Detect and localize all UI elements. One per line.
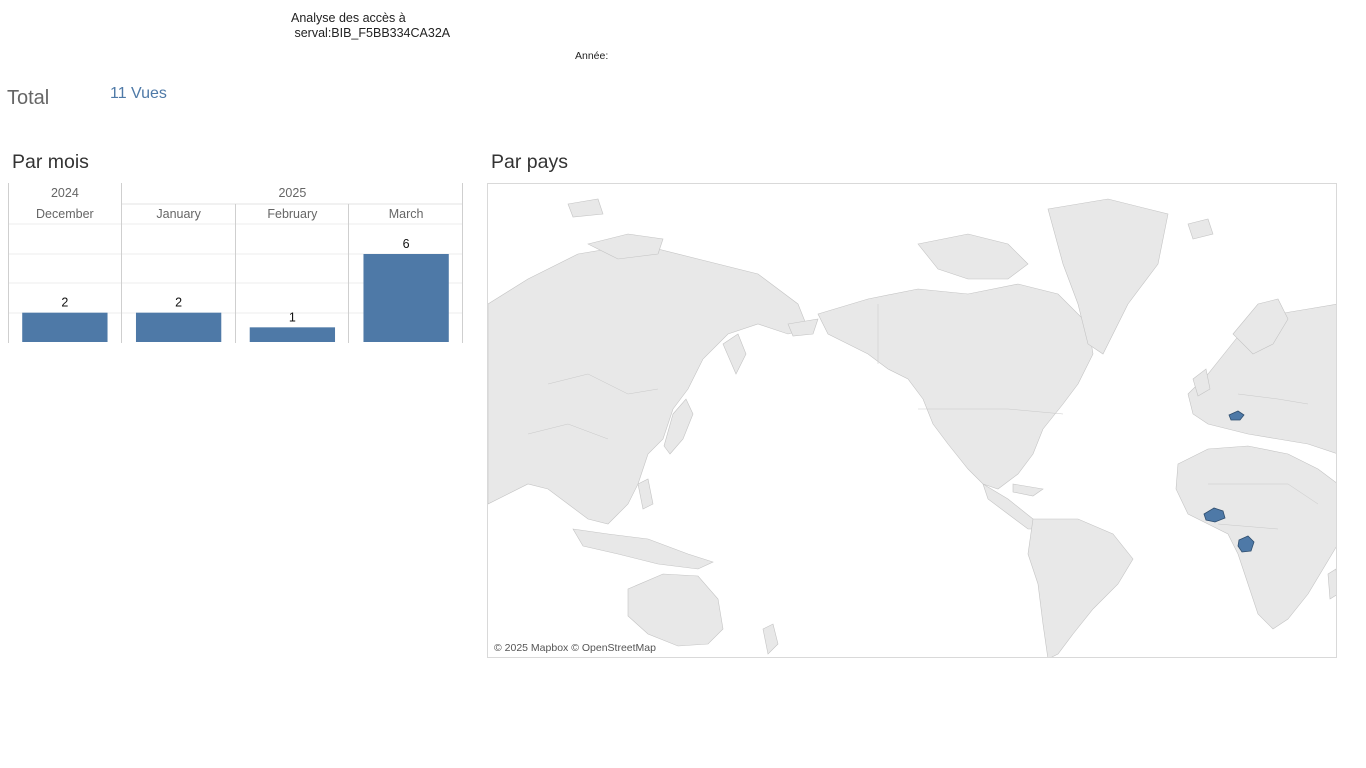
page-title: Analyse des accès à serval:BIB_F5BB334CA… [291, 11, 451, 40]
indonesia [572, 528, 714, 570]
country-section-title: Par pays [491, 151, 568, 173]
total-views-value: 11 Vues [110, 85, 167, 102]
monthly-bar-chart: 2024 2025 December 2 January 2 February 1 March 6 [8, 183, 463, 345]
australia [627, 573, 724, 647]
africa [1175, 445, 1336, 630]
bar-value-label: 2 [61, 296, 68, 310]
year-header: 2024 [51, 186, 79, 200]
map-attribution[interactable]: © 2025 Mapbox © OpenStreetMap [494, 642, 656, 654]
canadian-arctic [917, 233, 1029, 280]
bar-value-label: 2 [175, 296, 182, 310]
monthly-section-title: Par mois [12, 151, 89, 173]
cuba [1012, 483, 1044, 497]
siberia-islands [567, 198, 604, 218]
month-header: January [156, 207, 201, 221]
bar [249, 327, 336, 342]
bar [363, 254, 449, 342]
new-zealand [762, 623, 779, 655]
year-filter-label[interactable]: Année: [575, 50, 608, 62]
total-label: Total [7, 87, 50, 109]
kamchatka [722, 333, 747, 375]
south-america [1027, 518, 1134, 657]
north-america [817, 283, 1094, 490]
svalbard [1187, 218, 1214, 240]
world-map-svg[interactable] [488, 184, 1337, 658]
month-header: March [389, 207, 424, 221]
bar-value-label: 1 [289, 310, 296, 324]
bar [22, 312, 108, 342]
bar [135, 312, 222, 342]
philippines [637, 478, 654, 510]
month-header: December [36, 207, 94, 221]
bar-value-label: 6 [403, 237, 410, 251]
country-map[interactable] [487, 183, 1337, 658]
month-header: February [267, 207, 318, 221]
madagascar [1327, 568, 1336, 600]
year-header: 2025 [278, 186, 306, 200]
